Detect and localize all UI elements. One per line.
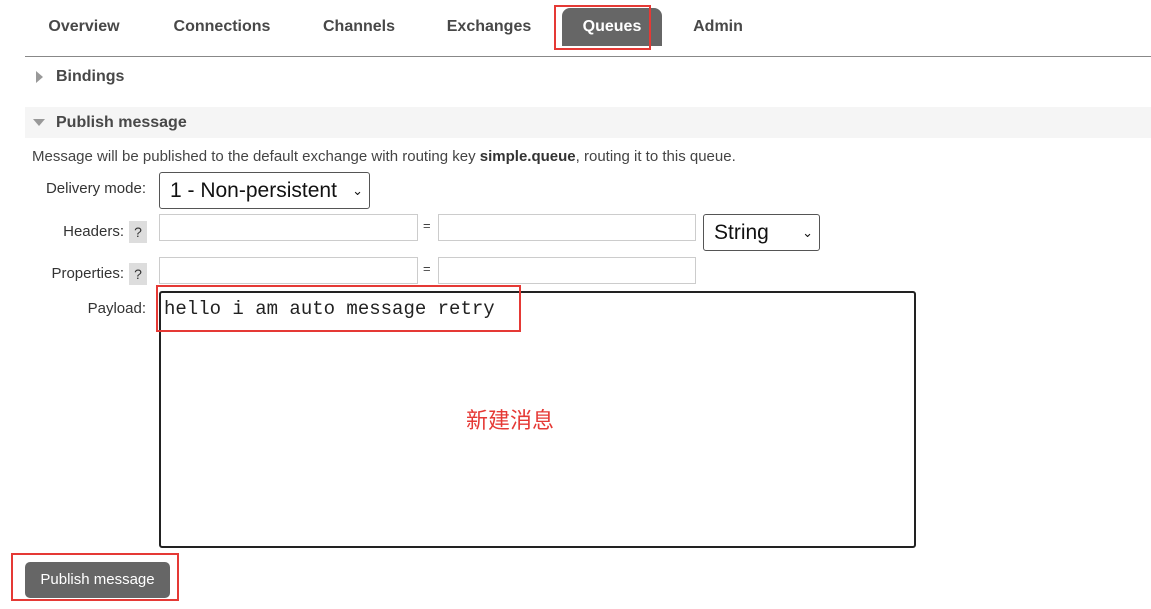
tab-connections[interactable]: Connections	[160, 8, 284, 46]
delivery-mode-select[interactable]: 1 - Non-persistent ⌄	[159, 172, 370, 209]
publish-section-header[interactable]: Publish message	[25, 107, 1151, 138]
tab-overview[interactable]: Overview	[30, 8, 138, 46]
annotation-box-button	[11, 553, 179, 601]
annotation-box-payload	[156, 285, 521, 332]
caret-right-icon	[36, 71, 43, 83]
tab-divider	[25, 56, 1151, 57]
payload-label: Payload:	[87, 300, 146, 317]
annotation-box-queues	[554, 5, 651, 50]
property-value-input[interactable]	[438, 257, 696, 284]
equals-sign: =	[423, 218, 431, 233]
chevron-down-icon: ⌄	[352, 182, 363, 198]
header-type-value: String	[714, 220, 769, 244]
delivery-mode-value: 1 - Non-persistent	[170, 178, 337, 202]
headers-label: Headers:	[63, 223, 124, 240]
desc-text-end: , routing it to this queue.	[575, 148, 736, 165]
tab-exchanges[interactable]: Exchanges	[432, 8, 546, 46]
header-type-select[interactable]: String ⌄	[703, 214, 820, 251]
headers-help-icon[interactable]: ?	[129, 221, 147, 243]
desc-text: Message will be published to the default…	[32, 148, 480, 165]
publish-description: Message will be published to the default…	[32, 148, 736, 165]
annotation-label: 新建消息	[465, 408, 554, 433]
bindings-section-toggle[interactable]: Bindings	[36, 66, 124, 88]
header-key-input[interactable]	[159, 214, 418, 241]
delivery-mode-label: Delivery mode:	[45, 180, 146, 197]
tab-admin[interactable]: Admin	[680, 8, 756, 46]
bindings-title: Bindings	[56, 68, 125, 85]
chevron-down-icon: ⌄	[802, 224, 813, 240]
routing-key: simple.queue	[479, 148, 576, 165]
equals-sign: =	[423, 261, 431, 276]
tab-channels[interactable]: Channels	[308, 8, 410, 46]
properties-label: Properties:	[51, 265, 124, 282]
property-key-input[interactable]	[159, 257, 418, 284]
caret-down-icon	[33, 119, 45, 126]
publish-title: Publish message	[56, 113, 187, 131]
properties-help-icon[interactable]: ?	[129, 263, 147, 285]
header-value-input[interactable]	[438, 214, 696, 241]
